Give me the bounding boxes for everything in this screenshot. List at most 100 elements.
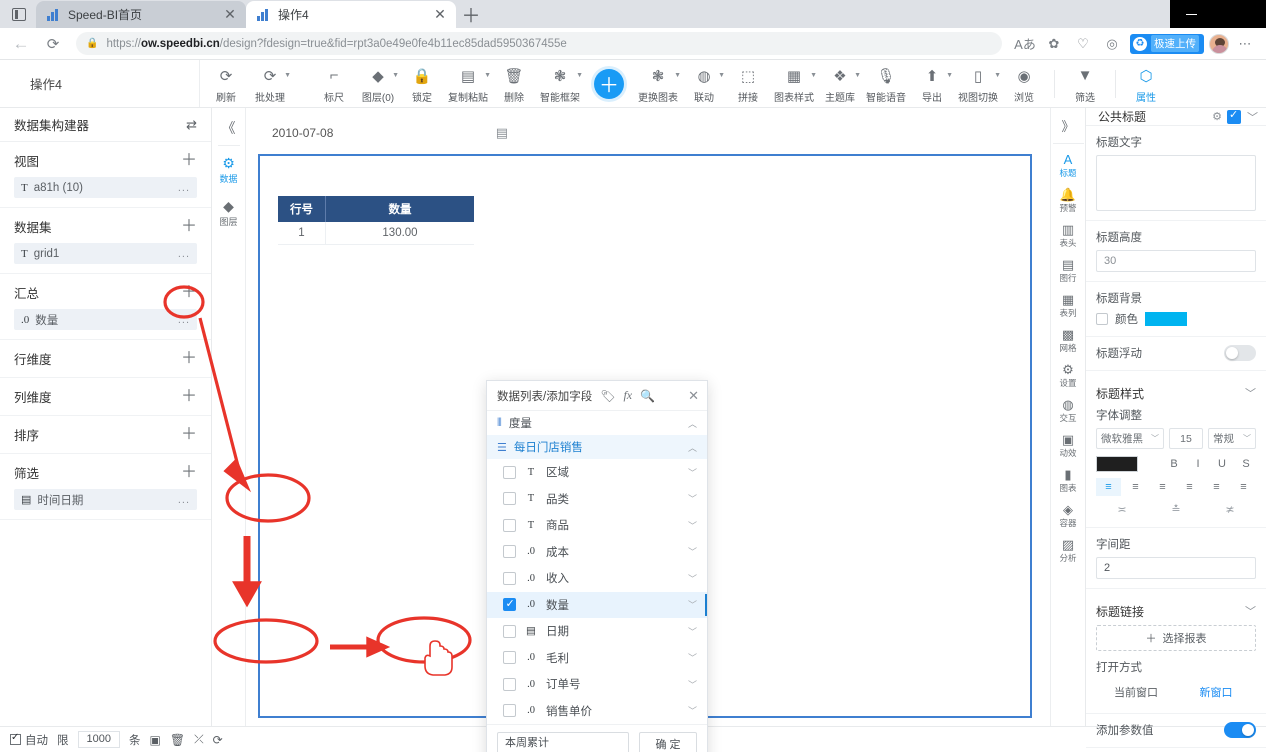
rail-data-button[interactable]: ⚙数据 xyxy=(214,149,244,192)
close-tab-1-icon[interactable]: ✕ xyxy=(432,7,448,23)
avatar[interactable] xyxy=(1209,34,1229,54)
trash-icon[interactable]: 🗑 xyxy=(170,733,185,747)
read-aloud-icon[interactable]: Aあ xyxy=(1012,31,1038,57)
back-icon[interactable]: ← xyxy=(8,31,34,57)
rail-tab-alert[interactable]: 🔔预警 xyxy=(1053,183,1084,218)
date-filter-widget[interactable]: 2010-07-08 ▤ xyxy=(258,116,520,150)
add-sort-button[interactable]: ＋ xyxy=(181,427,197,443)
ribbon-preview[interactable]: ◉浏览 xyxy=(1002,61,1046,107)
field-checkbox[interactable] xyxy=(503,704,516,717)
rail-tab-container[interactable]: ◈容器 xyxy=(1053,498,1084,533)
ribbon-linkage[interactable]: ◍联动▼ xyxy=(682,61,726,107)
save-view-icon[interactable]: ▣ xyxy=(149,733,160,747)
table-group-row[interactable]: ☰ 每日门店销售 ︿ xyxy=(487,435,707,459)
align-right-button[interactable]: ≡ xyxy=(1150,478,1175,496)
limit-input[interactable]: 1000 xyxy=(78,731,120,748)
add-summary-button[interactable]: ＋ xyxy=(181,285,197,301)
strikethrough-button[interactable]: S xyxy=(1236,455,1256,473)
ribbon-chart-style[interactable]: ▦图表样式▼ xyxy=(770,61,818,107)
ribbon-theme-library[interactable]: ❖主题库▼ xyxy=(818,61,862,107)
indent-increase-button[interactable]: ≭ xyxy=(1204,500,1256,518)
align-left-button[interactable]: ≡ xyxy=(1096,478,1121,496)
ribbon-splice[interactable]: ⬚拼接 xyxy=(726,61,770,107)
rail-tab-title[interactable]: A标题 xyxy=(1053,148,1084,183)
shuffle-icon[interactable]: ⤫ xyxy=(194,732,204,747)
field-checkbox[interactable] xyxy=(503,492,516,505)
field-checkbox[interactable] xyxy=(503,519,516,532)
chevron-down-icon[interactable]: ﹀ xyxy=(688,678,697,691)
rail-tab-interaction[interactable]: ◍交互 xyxy=(1053,393,1084,428)
ribbon-batch[interactable]: ⟳批处理▼ xyxy=(248,61,292,107)
align-center-button[interactable]: ≡ xyxy=(1123,478,1148,496)
rail-layer-button[interactable]: ◆图层 xyxy=(214,192,244,235)
ribbon-layers[interactable]: ◆图层(0)▼ xyxy=(356,61,400,107)
field-row-region[interactable]: T区域﹀ xyxy=(487,459,707,486)
add-dataset-button[interactable]: ＋ xyxy=(181,219,197,235)
chevron-down-icon[interactable]: ﹀ xyxy=(1245,603,1256,619)
ribbon-voice[interactable]: 🎙智能语音 xyxy=(862,61,910,107)
chevron-down-icon[interactable]: ▼ xyxy=(994,72,1001,79)
collections-icon[interactable]: ✿ xyxy=(1041,31,1067,57)
ribbon-lock[interactable]: 🔒锁定 xyxy=(400,61,444,107)
chevron-down-icon[interactable]: ▼ xyxy=(284,72,291,79)
italic-button[interactable]: I xyxy=(1188,455,1208,473)
open-mode-new-window[interactable]: 新窗口 xyxy=(1176,680,1256,704)
font-size-select[interactable]: 15 xyxy=(1169,428,1203,449)
field-checkbox[interactable] xyxy=(503,625,516,638)
ribbon-change-chart[interactable]: ❃更换图表▼ xyxy=(634,61,682,107)
view-item[interactable]: Ta81h (10)... xyxy=(14,177,197,198)
alias-input[interactable]: 本周累计 xyxy=(497,732,629,752)
dataset-item[interactable]: Tgrid1... xyxy=(14,243,197,264)
field-row-category[interactable]: T品类﹀ xyxy=(487,486,707,513)
field-row-product[interactable]: T商品﹀ xyxy=(487,512,707,539)
ribbon-refresh[interactable]: ⟳刷新 xyxy=(204,61,248,107)
gear-icon[interactable]: ⚙ xyxy=(1212,110,1222,123)
title-background-checkbox[interactable] xyxy=(1096,313,1108,325)
refresh-icon[interactable]: ⟳ xyxy=(213,733,223,747)
chevron-down-icon[interactable]: ﹀ xyxy=(688,625,697,638)
font-weight-select[interactable]: 常规﹀ xyxy=(1208,428,1256,449)
ribbon-smart-frame[interactable]: ❃智能框架▼ xyxy=(536,61,584,107)
open-mode-current-window[interactable]: 当前窗口 xyxy=(1096,680,1176,704)
add-param-toggle[interactable] xyxy=(1224,722,1256,738)
chevron-down-icon[interactable]: ▼ xyxy=(484,72,491,79)
title-float-toggle[interactable] xyxy=(1224,345,1256,361)
line-height-button[interactable]: ≛ xyxy=(1150,500,1202,518)
add-row-dimension-button[interactable]: ＋ xyxy=(181,351,197,367)
filter-item[interactable]: ▤时间日期... xyxy=(14,489,197,510)
more-options-icon[interactable]: ⋯ xyxy=(1232,31,1258,57)
search-icon[interactable]: 🔍 xyxy=(640,389,655,403)
field-checkbox[interactable] xyxy=(503,651,516,664)
formula-icon[interactable]: fx xyxy=(623,388,632,403)
font-family-select[interactable]: 微软雅黑﹀ xyxy=(1096,428,1164,449)
chevron-down-icon[interactable]: ﹀ xyxy=(688,492,697,505)
ribbon-copy-paste[interactable]: ▤复制粘贴▼ xyxy=(444,61,492,107)
browser-tab-1[interactable]: 操作4 ✕ xyxy=(246,1,456,28)
title-link-accordion[interactable]: 标题链接 ﹀ xyxy=(1096,597,1256,625)
minimize-icon[interactable] xyxy=(1186,14,1197,15)
collapse-panel-button[interactable]: 《 xyxy=(214,114,244,142)
field-row-order-no[interactable]: .0订单号﹀ xyxy=(487,671,707,698)
ribbon-view-switch[interactable]: ▯视图切换▼ xyxy=(954,61,1002,107)
rail-tab-settings[interactable]: ⚙设置 xyxy=(1053,358,1084,393)
field-checkbox[interactable] xyxy=(503,572,516,585)
close-icon[interactable]: ✕ xyxy=(688,388,699,404)
enable-title-checkbox[interactable] xyxy=(1227,110,1241,124)
add-view-button[interactable]: ＋ xyxy=(181,153,197,169)
chevron-up-icon[interactable]: ︿ xyxy=(688,441,697,454)
field-checkbox[interactable] xyxy=(503,678,516,691)
field-row-date[interactable]: ▤日期﹀ xyxy=(487,618,707,645)
align-middle-button[interactable]: ≡ xyxy=(1204,478,1229,496)
ribbon-delete[interactable]: 🗑删除 xyxy=(492,61,536,107)
new-tab-button[interactable]: ＋ xyxy=(456,0,486,28)
rail-tab-table-header[interactable]: ▥表头 xyxy=(1053,218,1084,253)
chevron-down-icon[interactable]: ▼ xyxy=(946,72,953,79)
report-canvas[interactable]: 2010-07-08 ▤ 行号 数量 1 130.00 xyxy=(246,108,1050,726)
ribbon-properties[interactable]: ⬡属性 xyxy=(1124,61,1168,107)
summary-item-menu-icon[interactable]: ... xyxy=(178,314,190,326)
rail-tab-rows[interactable]: ▤图行 xyxy=(1053,253,1084,288)
chevron-down-icon[interactable]: ▼ xyxy=(810,72,817,79)
bold-button[interactable]: B xyxy=(1164,455,1184,473)
tag-icon[interactable]: 🏷 xyxy=(600,389,615,403)
chevron-down-icon[interactable]: ﹀ xyxy=(1247,109,1258,125)
